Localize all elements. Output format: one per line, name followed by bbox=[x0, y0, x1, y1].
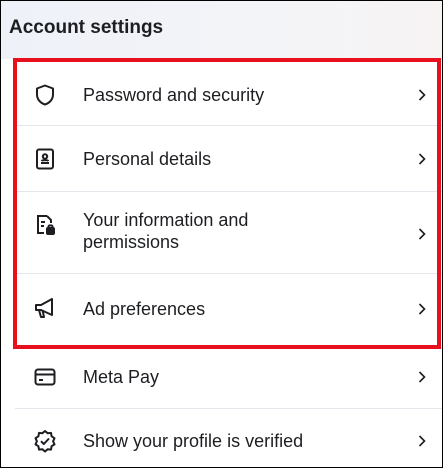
menu-item-personal-details[interactable]: Personal details bbox=[15, 126, 442, 192]
chevron-right-icon bbox=[415, 434, 429, 448]
chevron-right-icon bbox=[415, 302, 429, 316]
menu-item-ad-preferences[interactable]: Ad preferences bbox=[15, 274, 442, 346]
chevron-right-icon bbox=[415, 88, 429, 102]
chevron-right-icon bbox=[415, 370, 429, 384]
menu-item-meta-pay[interactable]: Meta Pay bbox=[15, 353, 442, 409]
document-lock-icon bbox=[33, 213, 57, 237]
chevron-right-icon bbox=[415, 152, 429, 166]
verified-badge-icon bbox=[33, 429, 57, 453]
menu-item-password-and-security[interactable]: Password and security bbox=[15, 64, 442, 126]
menu-item-label: Password and security bbox=[83, 85, 265, 105]
menu-item-label: Personal details bbox=[83, 149, 212, 169]
menu-item-label: Your information and permissions bbox=[83, 210, 249, 252]
menu-item-your-information-and-permissions[interactable]: Your information and permissions bbox=[15, 192, 442, 274]
megaphone-icon bbox=[33, 296, 57, 320]
credit-card-icon bbox=[33, 365, 57, 389]
shield-icon bbox=[33, 83, 57, 107]
account-settings-panel: Account settings Password and security P… bbox=[0, 0, 443, 468]
page-title: Account settings bbox=[9, 17, 164, 38]
menu-item-label: Show your profile is verified bbox=[83, 431, 304, 451]
menu-item-label: Ad preferences bbox=[83, 299, 206, 319]
header: Account settings bbox=[1, 1, 442, 59]
id-badge-icon bbox=[33, 147, 57, 171]
chevron-right-icon bbox=[415, 227, 429, 241]
menu-item-show-your-profile-is-verified[interactable]: Show your profile is verified bbox=[15, 409, 442, 467]
menu-item-label: Meta Pay bbox=[83, 367, 160, 387]
